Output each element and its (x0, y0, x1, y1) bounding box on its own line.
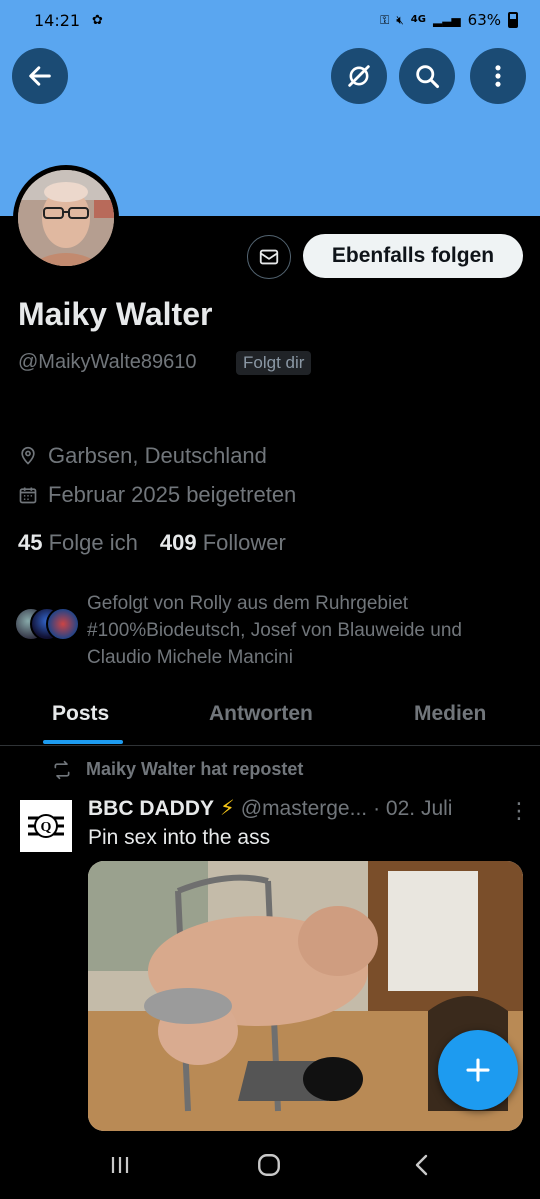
repost-indicator[interactable]: Maiky Walter hat repostet (52, 759, 303, 780)
post-more-icon[interactable]: ⋮ (508, 798, 530, 824)
system-back-button[interactable] (410, 1152, 434, 1183)
compose-post-button[interactable] (438, 1030, 518, 1110)
message-button[interactable] (247, 235, 291, 279)
following-link[interactable]: 45 Folge ich (18, 530, 138, 556)
grok-button[interactable] (331, 48, 387, 104)
repost-label: Maiky Walter hat repostet (86, 759, 304, 779)
recent-apps-icon (111, 1157, 129, 1173)
location-text: Garbsen, Deutschland (48, 443, 267, 468)
tab-media[interactable]: Medien (414, 702, 486, 726)
mutual-avatar (46, 607, 80, 641)
profile-name: Maiky Walter (18, 296, 213, 332)
more-vertical-icon (495, 65, 501, 87)
tab-replies[interactable]: Antworten (209, 702, 313, 726)
profile-handle: @MaikyWalte89610 (18, 351, 197, 373)
post-author-handle[interactable]: @masterge... (241, 797, 367, 821)
location-row: Garbsen, Deutschland (18, 443, 267, 469)
follow-back-button[interactable]: Ebenfalls folgen (303, 234, 523, 278)
recent-apps-button[interactable] (108, 1152, 132, 1183)
follows-you-badge: Folgt dir (236, 351, 312, 375)
search-button[interactable] (399, 48, 455, 104)
lightning-emoji: ⚡ (220, 797, 235, 820)
svg-text:Q: Q (41, 820, 52, 835)
search-icon (416, 65, 440, 89)
home-icon (258, 1154, 280, 1176)
grok-icon (348, 65, 370, 87)
repost-icon (54, 760, 70, 779)
more-button[interactable] (470, 48, 526, 104)
profile-avatar[interactable] (13, 165, 119, 271)
post-author-name[interactable]: BBC DADDY (88, 797, 214, 821)
followed-by-avatars (14, 607, 84, 643)
joined-row: Februar 2025 beigetreten (18, 482, 296, 508)
post-header: BBC DADDY ⚡ @masterge... · 02. Juli (88, 796, 452, 821)
key-icon: ⚿ (380, 13, 390, 27)
post-author-avatar[interactable]: Q (20, 800, 72, 852)
followers-count: 409 (159, 530, 197, 555)
battery-percent: 63% (467, 11, 501, 29)
home-button[interactable] (256, 1152, 282, 1183)
network-type: 4G (410, 14, 426, 25)
status-time: 14:21 (34, 11, 81, 30)
followed-by-text: Gefolgt von Rolly aus dem Ruhrgebiet #10… (87, 593, 462, 668)
notification-icon: ✿ (92, 12, 103, 27)
location-pin-icon (21, 446, 35, 465)
chevron-left-icon (415, 1154, 428, 1176)
back-button[interactable] (12, 48, 68, 104)
follow-stats: 45 Folge ich 409 Follower (18, 530, 286, 556)
avatar-photo (18, 170, 114, 266)
envelope-icon (259, 249, 279, 265)
mute-icon: 🔇︎ (396, 13, 404, 27)
followers-label: Follower (202, 530, 286, 555)
joined-text: Februar 2025 beigetreten (48, 482, 297, 507)
battery-icon (508, 12, 518, 28)
tab-posts[interactable]: Posts (52, 702, 109, 726)
signal-icon: ▂▃▅ (432, 13, 461, 27)
status-icons: ⚿ 🔇︎ 4G ▂▃▅ 63% (380, 11, 518, 29)
post-text: Pin sex into the ass (88, 826, 271, 849)
followers-link[interactable]: 409 Follower (160, 530, 286, 556)
following-label: Folge ich (48, 530, 138, 555)
plus-icon (466, 1058, 490, 1082)
calendar-icon (19, 487, 37, 504)
status-bar: 14:21 ✿ ⚿ 🔇︎ 4G ▂▃▅ 63% (0, 0, 540, 40)
system-navigation-bar (0, 1132, 540, 1199)
profile-tabs: Posts Antworten Medien (0, 690, 540, 746)
arrow-left-icon (29, 66, 51, 86)
post-date[interactable]: · 02. Juli (373, 797, 452, 821)
active-tab-indicator (43, 740, 123, 744)
following-count: 45 (18, 530, 43, 555)
